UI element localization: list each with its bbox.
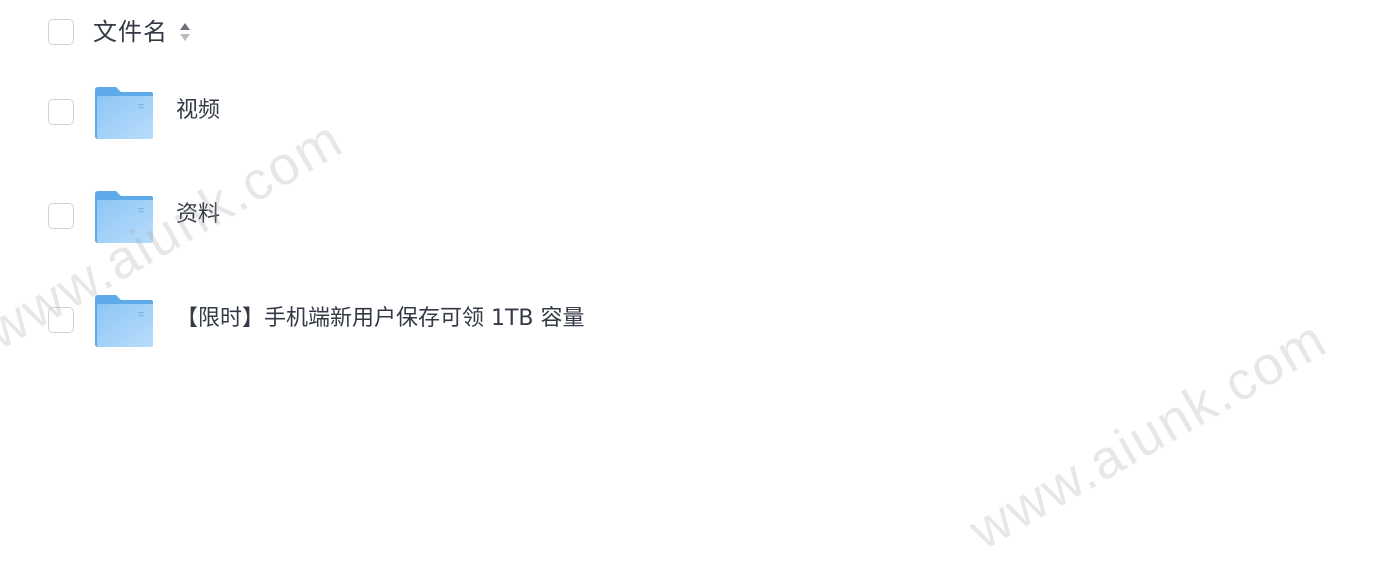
folder-icon xyxy=(95,295,153,347)
file-name-link[interactable]: 资料 xyxy=(176,200,220,230)
column-header-filename[interactable]: 文件名 xyxy=(93,16,168,48)
file-list-page: 文件名 视频 资料 【限时】手机端新用户保存可领 1TB 容量 www.aiun… xyxy=(0,0,1384,588)
folder-icon xyxy=(95,191,153,243)
folder-icon xyxy=(95,87,153,139)
row-checkbox[interactable] xyxy=(48,203,74,229)
row-checkbox[interactable] xyxy=(48,307,74,333)
select-all-checkbox[interactable] xyxy=(48,19,74,45)
file-name-link[interactable]: 【限时】手机端新用户保存可领 1TB 容量 xyxy=(176,304,585,334)
row-checkbox[interactable] xyxy=(48,99,74,125)
sort-icon[interactable] xyxy=(178,20,192,44)
file-name-link[interactable]: 视频 xyxy=(176,96,220,126)
watermark-text: www.aiunk.com xyxy=(959,308,1337,562)
